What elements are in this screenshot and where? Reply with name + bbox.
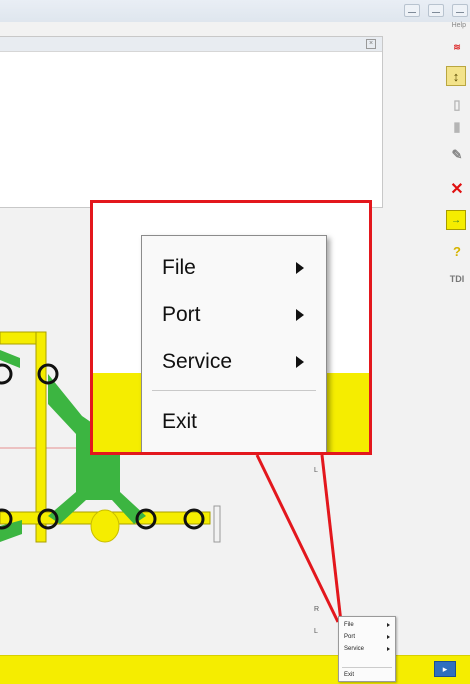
menu-separator bbox=[152, 390, 316, 391]
context-menu-zoomed: File Port Service Exit bbox=[141, 235, 327, 452]
submenu-arrow-icon bbox=[296, 309, 304, 321]
menu-item-label: Service bbox=[344, 646, 365, 652]
menu-item-label: Port bbox=[162, 303, 201, 326]
menu-item-port-small[interactable]: Port bbox=[339, 631, 395, 643]
menu-item-label: Port bbox=[344, 634, 356, 640]
submenu-arrow-icon bbox=[387, 623, 390, 627]
menu-item-port[interactable]: Port bbox=[142, 295, 326, 335]
menu-item-label: Exit bbox=[344, 672, 355, 678]
submenu-arrow-icon bbox=[387, 635, 390, 639]
menu-item-label: File bbox=[162, 256, 196, 279]
submenu-arrow-icon bbox=[387, 647, 390, 651]
submenu-arrow-icon bbox=[296, 262, 304, 274]
submenu-arrow-icon bbox=[296, 356, 304, 368]
menu-item-exit[interactable]: Exit bbox=[142, 402, 326, 442]
menu-item-label: Exit bbox=[162, 410, 198, 433]
tray-icon[interactable]: ▸ bbox=[434, 661, 456, 677]
menu-item-service[interactable]: Service bbox=[142, 342, 326, 382]
menu-separator bbox=[342, 667, 392, 668]
status-bar bbox=[0, 655, 470, 684]
menu-item-label: File bbox=[344, 622, 354, 628]
menu-item-file-small[interactable]: File bbox=[339, 619, 395, 631]
menu-item-label: Service bbox=[162, 350, 233, 373]
menu-item-file[interactable]: File bbox=[142, 248, 326, 288]
zoom-callout: File Port Service Exit bbox=[90, 200, 372, 455]
menu-item-exit-small[interactable]: Exit bbox=[339, 669, 395, 681]
menu-item-service-small[interactable]: Service bbox=[339, 643, 395, 655]
context-menu-small: File Port Service Exit bbox=[338, 616, 396, 682]
